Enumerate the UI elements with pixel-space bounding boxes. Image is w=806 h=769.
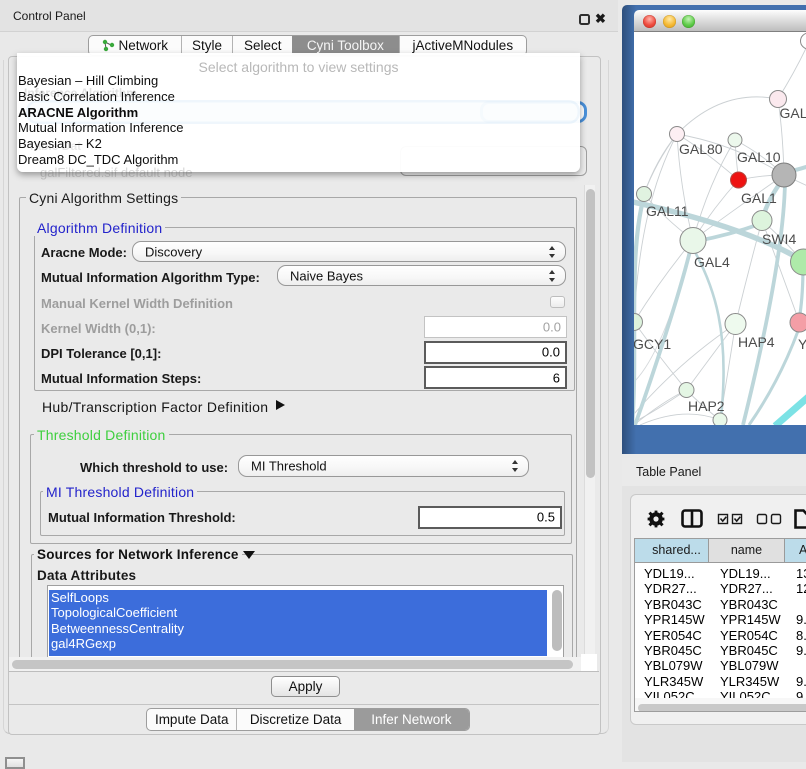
svg-text:YEL0: YEL0: [798, 336, 806, 352]
svg-text:HAP4: HAP4: [738, 334, 775, 350]
svg-text:GAL80: GAL80: [679, 141, 723, 157]
svg-text:HAP2: HAP2: [688, 398, 725, 414]
svg-text:GAL2: GAL2: [780, 105, 806, 121]
svg-text:GCY1: GCY1: [634, 336, 671, 352]
svg-text:GAL1: GAL1: [741, 190, 777, 206]
svg-text:GAL11: GAL11: [646, 203, 689, 219]
svg-text:GAL10: GAL10: [737, 149, 781, 165]
svg-text:GAL4: GAL4: [694, 254, 730, 270]
svg-text:SWI4: SWI4: [762, 231, 796, 247]
